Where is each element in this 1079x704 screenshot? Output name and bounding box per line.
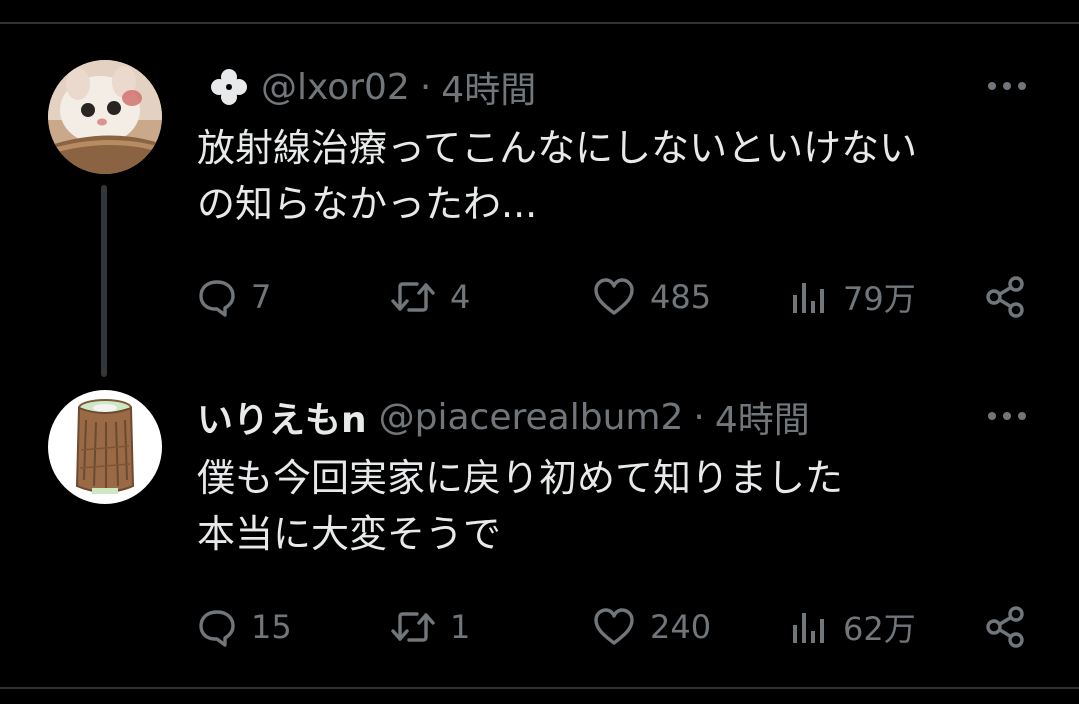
share-button[interactable] bbox=[983, 602, 1027, 652]
share-icon bbox=[986, 606, 1024, 648]
separator-dot: · bbox=[693, 396, 705, 438]
user-handle[interactable]: @lxor02 bbox=[261, 67, 410, 108]
reply-icon bbox=[199, 610, 235, 647]
tweet-2[interactable]: いりえもn @piacerealbum2 · 4時間 僕も今回実家に戻り初めて知… bbox=[0, 390, 1079, 680]
retweet-icon bbox=[391, 612, 435, 642]
top-divider bbox=[0, 22, 1079, 24]
views-icon bbox=[793, 613, 824, 643]
cat-photo-avatar-icon bbox=[48, 60, 162, 174]
timestamp[interactable]: 4時間 bbox=[715, 391, 810, 443]
like-count: 240 bbox=[650, 608, 712, 646]
tweet-header: @lxor02 · 4時間 bbox=[197, 62, 536, 112]
heart-icon bbox=[594, 278, 634, 315]
reply-button[interactable]: 15 bbox=[197, 602, 292, 652]
like-button[interactable]: 240 bbox=[592, 602, 711, 652]
share-icon bbox=[986, 276, 1024, 318]
tweet-text-line: 放射線治療ってこんなにしないといけない bbox=[197, 126, 918, 170]
like-count: 485 bbox=[650, 278, 712, 316]
views-count: 62万 bbox=[843, 610, 916, 648]
reply-button[interactable]: 7 bbox=[197, 272, 271, 322]
retweet-count: 4 bbox=[450, 278, 471, 316]
heart-icon bbox=[594, 608, 634, 645]
user-handle[interactable]: @piacerealbum2 bbox=[379, 397, 684, 438]
reply-count: 7 bbox=[251, 278, 272, 316]
tweet-text: 放射線治療ってこんなにしないといけない の知らなかったわ... bbox=[197, 120, 1027, 232]
tweet-text-line: 本当に大変そうで bbox=[197, 512, 502, 556]
retweet-icon bbox=[391, 282, 435, 312]
reply-icon bbox=[199, 280, 235, 317]
clover-icon bbox=[211, 69, 247, 105]
avatar[interactable] bbox=[48, 60, 162, 174]
retweet-count: 1 bbox=[450, 608, 471, 646]
more-options-icon[interactable] bbox=[987, 406, 1027, 426]
tweet-text: 僕も今回実家に戻り初めて知りました 本当に大変そうで bbox=[197, 450, 1027, 562]
display-name[interactable]: いりえもn bbox=[197, 391, 367, 443]
avatar[interactable] bbox=[48, 390, 162, 504]
tweet-text-line: の知らなかったわ... bbox=[197, 182, 538, 226]
tweet-text-line: 僕も今回実家に戻り初めて知りました bbox=[197, 456, 844, 500]
tweet-1[interactable]: @lxor02 · 4時間 放射線治療ってこんなにしないといけない の知らなかっ… bbox=[0, 60, 1079, 350]
separator-dot: · bbox=[419, 66, 432, 108]
bottom-divider bbox=[0, 687, 1079, 689]
action-bar: 15 1 240 62万 bbox=[197, 602, 1037, 652]
views-icon bbox=[793, 283, 824, 313]
retweet-button[interactable]: 1 bbox=[390, 602, 470, 652]
reply-count: 15 bbox=[251, 608, 292, 646]
tweet-header: いりえもn @piacerealbum2 · 4時間 bbox=[197, 392, 810, 442]
retweet-button[interactable]: 4 bbox=[390, 272, 470, 322]
more-options-icon[interactable] bbox=[987, 76, 1027, 96]
timestamp[interactable]: 4時間 bbox=[441, 61, 536, 113]
views-button[interactable]: 79万 bbox=[789, 272, 916, 322]
views-count: 79万 bbox=[843, 280, 916, 318]
share-button[interactable] bbox=[983, 272, 1027, 322]
views-button[interactable]: 62万 bbox=[789, 602, 916, 652]
log-roll-avatar-icon bbox=[48, 390, 162, 504]
action-bar: 7 4 485 79万 bbox=[197, 272, 1037, 322]
like-button[interactable]: 485 bbox=[592, 272, 711, 322]
